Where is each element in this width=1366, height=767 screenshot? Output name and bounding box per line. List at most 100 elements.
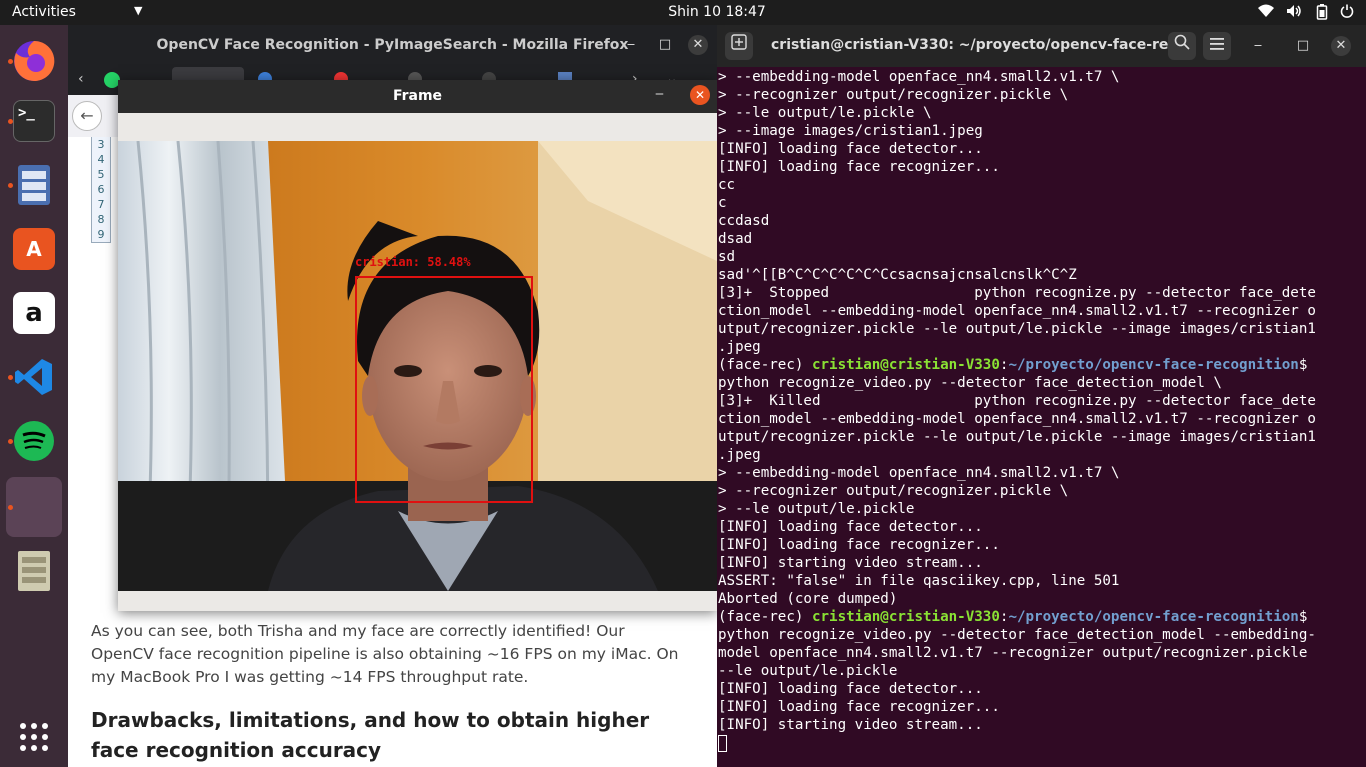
terminal-titlebar[interactable]: cristian@cristian-V330: ~/proyecto/openc… xyxy=(717,25,1366,67)
article-paragraph: As you can see, both Trisha and my face … xyxy=(91,622,679,686)
terminal-line: utput/recognizer.pickle --le output/le.p… xyxy=(718,321,1316,337)
webcam-frame-image: cristian: 58.48% xyxy=(118,141,717,591)
terminal-line: [INFO] starting video stream... xyxy=(718,717,983,733)
running-indicator xyxy=(8,505,13,510)
show-applications-button[interactable] xyxy=(6,709,62,765)
terminal-line: [INFO] starting video stream... xyxy=(718,555,983,571)
minimize-button[interactable]: ‒ xyxy=(655,86,664,102)
firefox-titlebar[interactable]: OpenCV Face Recognition - PyImageSearch … xyxy=(68,25,717,65)
running-indicator xyxy=(8,375,13,380)
new-tab-icon xyxy=(731,34,747,50)
battery-icon[interactable] xyxy=(1316,4,1328,24)
face-bounding-box xyxy=(355,276,533,503)
dock-terminal[interactable]: >_ xyxy=(6,93,62,149)
terminal-icon: >_ xyxy=(13,100,55,142)
line-number: 5 xyxy=(97,168,105,181)
terminal-line: [3]+ Killed python recognize.py --detect… xyxy=(718,393,1316,409)
dock-software[interactable]: A xyxy=(6,221,62,277)
article-heading: Drawbacks, limitations, and how to obtai… xyxy=(91,708,650,762)
maximize-button[interactable]: □ xyxy=(1293,36,1313,56)
terminal-line: .jpeg xyxy=(718,339,761,355)
firefox-window-title: OpenCV Face Recognition - PyImageSearch … xyxy=(156,37,629,53)
terminal-line: python recognize_video.py --detector fac… xyxy=(718,375,1222,391)
terminal-line: [INFO] loading face detector... xyxy=(718,681,983,697)
terminal-window-title: cristian@cristian-V330: ~/proyecto/openc… xyxy=(771,37,1193,53)
network-icon[interactable] xyxy=(1258,4,1274,22)
close-button[interactable]: ✕ xyxy=(690,85,710,105)
frame-window-title: Frame xyxy=(392,88,443,104)
volume-icon[interactable] xyxy=(1286,4,1302,22)
search-button[interactable] xyxy=(1168,32,1196,60)
terminal-cursor[interactable] xyxy=(718,734,727,752)
terminal-line: > --embedding-model openface_nn4.small2.… xyxy=(718,69,1120,85)
terminal-line: > --le output/le.pickle \ xyxy=(718,105,932,121)
running-indicator xyxy=(8,183,13,188)
line-number: 8 xyxy=(97,213,105,226)
vscode-icon xyxy=(15,359,52,395)
hamburger-menu-icon xyxy=(1210,38,1224,50)
terminal-line: utput/recognizer.pickle --le output/le.p… xyxy=(718,429,1316,445)
terminal-line xyxy=(718,734,1364,752)
terminal-line: > --embedding-model openface_nn4.small2.… xyxy=(718,465,1120,481)
code-line-numbers: 3 4 5 6 7 8 9 xyxy=(91,137,111,243)
terminal-line: ASSERT: "false" in file qasciikey.cpp, l… xyxy=(718,573,1120,589)
prompt-user: cristian@cristian-V330 xyxy=(811,609,1000,625)
terminal-line: [INFO] loading face recognizer... xyxy=(718,159,1000,175)
close-button[interactable]: ✕ xyxy=(688,35,708,55)
spotify-icon xyxy=(14,421,54,461)
apps-grid-icon xyxy=(20,723,48,751)
power-menu-icon[interactable] xyxy=(1340,4,1354,22)
dock-amazon[interactable]: a xyxy=(6,285,62,341)
frame-titlebar[interactable]: Frame ‒ ✕ xyxy=(118,80,717,113)
prompt-env: (face-rec) xyxy=(718,357,812,373)
terminal-line: > --recognizer output/recognizer.pickle … xyxy=(718,87,1069,103)
amazon-icon: a xyxy=(13,292,55,334)
dock-spotify[interactable] xyxy=(6,413,62,469)
terminal-line: c xyxy=(718,195,727,211)
running-indicator xyxy=(8,119,13,124)
terminal-line: sd xyxy=(718,249,736,265)
running-indicator xyxy=(8,59,13,64)
close-button[interactable]: ✕ xyxy=(1331,36,1351,56)
terminal-line: > --image images/cristian1.jpeg xyxy=(718,123,983,139)
terminal-line: ction_model --embedding-model openface_n… xyxy=(718,303,1316,319)
terminal-line: model openface_nn4.small2.v1.t7 --recogn… xyxy=(718,645,1308,661)
maximize-button[interactable]: □ xyxy=(655,35,675,55)
archive-icon xyxy=(18,551,50,591)
running-indicator xyxy=(8,439,13,444)
minimize-button[interactable]: ‒ xyxy=(621,35,641,55)
terminal-output[interactable]: > --embedding-model openface_nn4.small2.… xyxy=(718,68,1364,752)
minimize-button[interactable]: ‒ xyxy=(1248,36,1268,56)
dock: >_ A a xyxy=(0,25,68,767)
back-button[interactable]: ← xyxy=(72,101,102,131)
dock-files[interactable] xyxy=(6,157,62,213)
line-number: 7 xyxy=(97,198,105,211)
dock-vscode[interactable] xyxy=(6,349,62,405)
terminal-line: --le output/le.pickle xyxy=(718,663,898,679)
top-bar: Activities ▼ Shin 10 18:47 xyxy=(0,0,1366,25)
terminal-line: [INFO] loading face recognizer... xyxy=(718,699,1000,715)
dock-archive[interactable] xyxy=(6,543,62,599)
dock-active-window[interactable] xyxy=(6,477,62,537)
files-icon xyxy=(18,165,50,205)
terminal-line: ccdasd xyxy=(718,213,770,229)
prompt-symbol: $ xyxy=(1298,609,1308,625)
terminal-line: [INFO] loading face detector... xyxy=(718,519,983,535)
dock-firefox[interactable] xyxy=(6,33,62,89)
menu-button[interactable] xyxy=(1203,32,1231,60)
prompt-user: cristian@cristian-V330 xyxy=(811,357,1000,373)
prompt-env: (face-rec) xyxy=(718,609,812,625)
new-tab-button[interactable] xyxy=(725,32,753,60)
prompt-path: ~/proyecto/opencv-face-recognition xyxy=(1008,357,1299,373)
line-number: 6 xyxy=(97,183,105,196)
tabs-scroll-left-icon[interactable]: ‹ xyxy=(78,71,84,87)
software-icon: A xyxy=(13,228,55,270)
terminal-line: (face-rec) cristian@cristian-V330:~/proy… xyxy=(718,356,1364,374)
clock[interactable]: Shin 10 18:47 xyxy=(0,4,1366,20)
terminal-line: > --le output/le.pickle xyxy=(718,501,915,517)
terminal-line: python recognize_video.py --detector fac… xyxy=(718,627,1316,643)
face-recognition-label: cristian: 58.48% xyxy=(355,255,471,269)
terminal-window: cristian@cristian-V330: ~/proyecto/openc… xyxy=(717,25,1366,767)
frame-window: Frame ‒ ✕ cristian: 58.48% xyxy=(118,80,717,611)
line-number: 9 xyxy=(97,228,105,241)
